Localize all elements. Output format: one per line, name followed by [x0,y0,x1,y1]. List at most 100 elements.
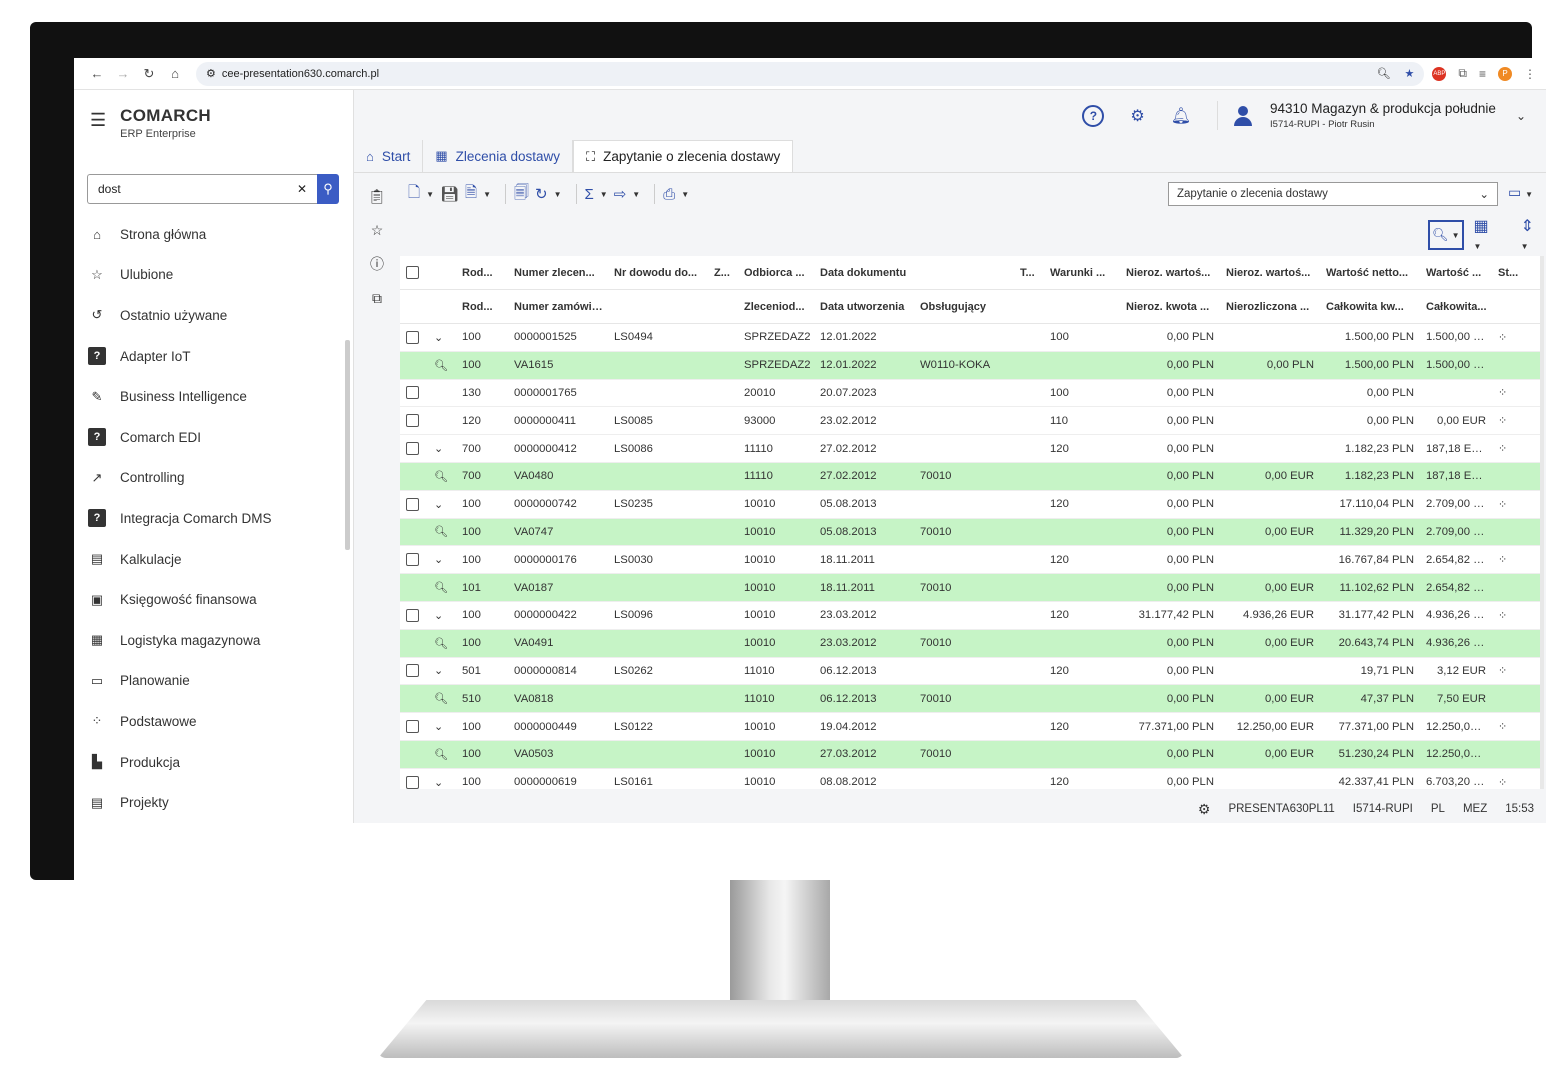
chevron-down-icon[interactable]: ⌄ [434,498,456,511]
table-row[interactable]: 🔍︎ 101 VA0187 10010 18.11.2011 70010 0,00 PLN 0… [400,574,1540,602]
column-header[interactable]: Numer zamówienia sprzedaży [508,301,608,313]
sidebar-item[interactable]: ↺ Ostatnio używane [88,295,348,336]
hamburger-menu-icon[interactable]: ☰ [90,110,106,131]
sidebar-item[interactable]: ? Integracja Comarch DMS [88,498,348,539]
sidebar-item[interactable]: ? Adapter IoT [88,336,348,377]
column-header[interactable]: Data dokumentu [814,267,914,279]
print-button[interactable]: ⎙ ▼ [663,186,689,203]
status-icon[interactable]: ⁘ [1492,386,1532,399]
sidebar-item[interactable]: ☆ Ulubione [88,255,348,296]
column-header[interactable]: Całkowita kw... [1320,301,1420,313]
table-row[interactable]: ⌄ 100 0000001525 LS0494 SPRZEDAZ2 12.01.2022 1… [400,324,1540,352]
sidebar-item[interactable]: ✎ Business Intelligence [88,376,348,417]
sidebar-item[interactable]: ? Comarch EDI [88,417,348,458]
column-header[interactable]: Nieroz. wartoś... [1120,267,1220,279]
notifications-bell-icon[interactable]: 🔔︎ [1171,106,1191,126]
tab-zlecenia-dostawy[interactable]: ▦ Zlecenia dostawy [423,140,573,172]
user-context[interactable]: 94310 Magazyn & produkcja południe I5714… [1217,101,1526,130]
status-icon[interactable]: ⁘ [1492,720,1532,733]
view-select[interactable]: Zapytanie o zlecenia dostawy ⌄ [1168,182,1498,206]
table-row[interactable]: 🔍︎ 100 VA0491 10010 23.03.2012 70010 0,00 PLN 0… [400,629,1540,658]
column-header[interactable]: Odbiorca ... [738,267,814,279]
site-settings-icon[interactable]: ⚙ [206,67,216,80]
zoom-icon[interactable]: 🔍︎ [434,470,456,483]
copy-icon[interactable]: ⧉ [367,288,387,308]
gears-icon[interactable]: ⚙ [1198,801,1211,818]
column-header[interactable]: Wartość ... [1420,267,1492,279]
columns-icon[interactable]: ▦ ▼ [1474,216,1501,254]
info-icon[interactable]: ⓘ [367,254,387,274]
table-row[interactable]: 130 0000001765 20010 20.07.2023 100 0,00 PLN 0… [400,379,1540,408]
profile-avatar[interactable]: P [1498,66,1512,81]
sidebar-item[interactable]: ▣ Księgowość finansowa [88,579,348,620]
table-row[interactable]: ⌄ 100 0000000176 LS0030 10010 18.11.2011 120 0,… [400,546,1540,575]
pdf-button[interactable]: 🗎 ▼ [465,182,491,207]
zoom-icon[interactable]: 🔍︎ [434,525,456,538]
sidebar-item[interactable]: ▭ Planowanie [88,661,348,702]
column-header[interactable]: Z... [708,267,738,279]
row-checkbox[interactable] [406,720,419,734]
sidebar-item[interactable]: ▦ Logistyka magazynowa [88,620,348,661]
table-row[interactable]: ⌄ 100 0000000422 LS0096 10010 23.03.2012 120 31… [400,601,1540,630]
sidebar-item[interactable]: ▤ Projekty [88,782,348,823]
row-checkbox[interactable] [406,553,419,567]
row-checkbox[interactable] [406,608,419,622]
address-bar[interactable]: ⚙ cee-presentation630.comarch.pl 🔍︎ ★ [196,61,1425,86]
back-icon[interactable]: ← [84,66,110,81]
table-row[interactable]: 🔍︎ 700 VA0480 11110 27.02.2012 70010 0,00 PLN 0… [400,462,1540,491]
chevron-down-icon[interactable]: ⌄ [434,776,456,789]
row-checkbox[interactable] [406,330,419,344]
column-header[interactable]: Numer zlecen... [508,267,608,279]
column-header[interactable]: Nierozliczona ... [1220,301,1320,313]
zoom-icon[interactable]: 🔍︎ [434,692,456,705]
row-checkbox[interactable] [406,414,419,428]
table-row[interactable]: 🔍︎ 510 VA0818 11010 06.12.2013 70010 0,00 PLN 0… [400,685,1540,714]
column-header[interactable]: Nieroz. wartoś... [1220,267,1320,279]
zoom-icon[interactable]: 🔍︎ [1377,67,1391,80]
status-icon[interactable]: ⁘ [1492,442,1532,455]
table-row[interactable]: 🔍︎ 100 VA0503 10010 27.03.2012 70010 0,00 PLN 0… [400,740,1540,769]
sidebar-item[interactable]: ▙ Produkcja [88,742,348,783]
column-header[interactable]: Wartość netto... [1320,267,1420,279]
home-icon[interactable]: ⌂ [162,66,188,81]
column-header[interactable]: Rod... [456,267,508,279]
table-row[interactable]: 120 0000000411 LS0085 93000 23.02.2012 110 0,0… [400,407,1540,436]
tab-start[interactable]: ⌂ Start [354,140,424,172]
row-checkbox[interactable] [406,442,419,456]
help-icon[interactable]: ? [1082,104,1105,127]
sidebar-item[interactable]: ⁘ Podstawowe [88,701,348,742]
window-icon[interactable]: ▭ ▼ [1508,184,1533,201]
browser-menu-icon[interactable]: ⋮ [1524,67,1536,81]
zoom-icon[interactable]: 🔍︎ [434,581,456,594]
tab-zapytanie[interactable]: ⛶ Zapytanie o zlecenia dostawy [572,140,794,172]
sidebar-item[interactable]: ⌂ Strona główna [88,214,348,255]
table-row[interactable]: 🔍︎ 100 VA1615 SPRZEDAZ2 12.01.2022 W0110-KOKA… [400,351,1540,380]
zoom-icon[interactable]: 🔍︎ [434,359,456,372]
save-button[interactable]: 💾︎ [440,185,459,203]
table-row[interactable]: ⌄ 700 0000000412 LS0086 11110 27.02.2012 120 0,… [400,435,1540,463]
row-checkbox[interactable] [406,664,419,678]
column-header[interactable]: Obsługujący [914,301,1014,313]
status-icon[interactable]: ⁘ [1492,414,1532,427]
chevron-down-icon[interactable]: ⌄ [434,609,456,622]
zoom-icon[interactable]: 🔍︎ [434,637,456,650]
column-header[interactable]: Warunki ... [1044,267,1120,279]
table-row[interactable]: ⌄ 100 0000000449 LS0122 10010 19.04.2012 120 77… [400,713,1540,741]
grid-scrollbar[interactable] [1540,256,1544,789]
select-all-checkbox[interactable] [406,266,419,279]
new-document-button[interactable]: 🗋 ▼ [408,182,434,207]
status-icon[interactable]: ⁘ [1492,331,1532,344]
table-row[interactable]: ⌄ 501 0000000814 LS0262 11010 06.12.2013 120 0,… [400,657,1540,686]
sum-button[interactable]: Σ ▼ [585,186,608,203]
row-height-icon[interactable]: ⇕ ▼ [1521,216,1546,254]
zoom-icon[interactable]: 🔍︎ [434,748,456,761]
refresh-button[interactable]: ↻ ▼ [535,185,562,203]
reload-icon[interactable]: ↻ [136,66,162,82]
chevron-down-icon[interactable]: ⌄ [434,553,456,566]
extensions-icon[interactable]: ⧉ [1458,66,1467,81]
sidebar-item[interactable]: ↗ Controlling [88,458,348,499]
status-icon[interactable]: ⁘ [1492,498,1532,511]
forward-icon[interactable]: → [110,66,136,81]
chevron-down-icon[interactable]: ⌄ [1516,109,1526,123]
row-checkbox[interactable] [406,497,419,511]
